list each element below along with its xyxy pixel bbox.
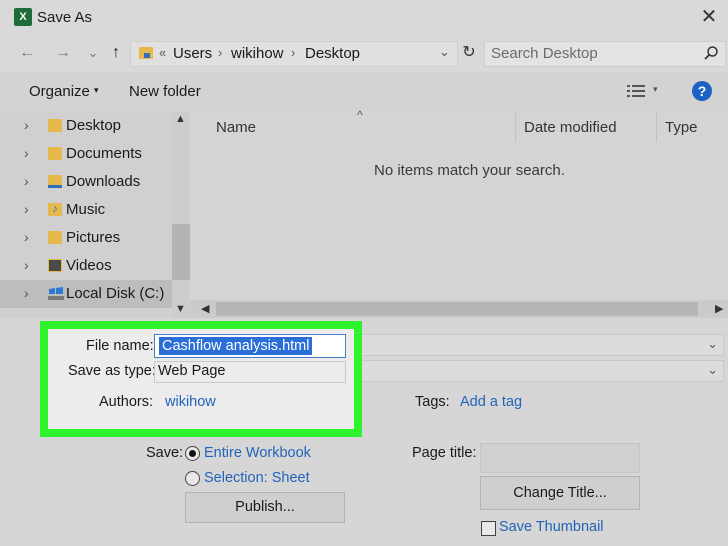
sidebar-item-label: Documents	[66, 145, 142, 162]
recent-locations-icon[interactable]: ⌄	[82, 42, 104, 64]
column-header-name[interactable]: Name	[216, 119, 256, 136]
view-options-icon[interactable]	[627, 84, 645, 98]
scroll-left-icon[interactable]: ◀	[201, 302, 209, 315]
up-arrow-icon[interactable]: ↑	[105, 42, 127, 64]
sidebar-scrollbar[interactable]	[172, 112, 190, 318]
sidebar-item-music[interactable]: › ♪ Music	[0, 196, 172, 224]
sidebar-item-label: Videos	[66, 257, 112, 274]
save-as-type-value: Web Page	[158, 363, 226, 379]
organize-label: Organize	[29, 83, 90, 100]
breadcrumb-wikihow[interactable]: wikihow	[231, 45, 284, 62]
authors-label: Authors:	[99, 394, 153, 410]
sidebar-item-downloads[interactable]: › Downloads	[0, 168, 172, 196]
overflow-icon[interactable]: «	[159, 45, 166, 60]
organize-button[interactable]: Organize ▾	[29, 83, 99, 100]
save-as-dialog: X Save As ✕ ← → ⌄ ↑ « Users › wikihow › …	[0, 0, 728, 546]
new-folder-button[interactable]: New folder	[129, 83, 201, 100]
sidebar-item-label: Downloads	[66, 173, 141, 190]
chevron-right-icon[interactable]: ›	[24, 173, 29, 189]
address-bar[interactable]: « Users › wikihow › Desktop ⌄	[130, 41, 458, 67]
column-divider[interactable]	[656, 112, 657, 142]
tags-label: Tags:	[415, 394, 450, 410]
sort-ascending-icon: ^	[357, 108, 363, 122]
view-dropdown-icon[interactable]: ▾	[653, 84, 658, 95]
sidebar-item-pictures[interactable]: › Pictures	[0, 224, 172, 252]
search-input[interactable]: Search Desktop	[484, 41, 726, 67]
save-thumbnail-checkbox[interactable]	[481, 521, 496, 536]
sidebar-item-label: Desktop	[66, 117, 122, 134]
documents-folder-icon	[48, 147, 62, 160]
entire-workbook-radio[interactable]	[185, 446, 200, 461]
chevron-right-icon[interactable]: ›	[24, 285, 29, 301]
sidebar-item-label: Local Disk (C:)	[66, 285, 165, 302]
folder-icon	[139, 47, 153, 59]
chevron-down-icon[interactable]: ⌄	[707, 362, 718, 378]
title-bar	[0, 0, 728, 36]
back-arrow-icon[interactable]: ←	[16, 42, 38, 64]
close-button[interactable]: ✕	[697, 5, 721, 29]
sidebar-scroll-thumb[interactable]	[172, 224, 190, 280]
chevron-right-icon[interactable]: ›	[24, 257, 29, 273]
page-title-label: Page title:	[412, 445, 477, 461]
desktop-folder-icon	[48, 119, 62, 132]
help-icon[interactable]: ?	[692, 81, 712, 101]
publish-button[interactable]: Publish...	[185, 492, 345, 523]
chevron-right-icon[interactable]: ›	[24, 117, 29, 133]
scroll-down-icon[interactable]: ▼	[175, 303, 186, 315]
horizontal-scroll-thumb[interactable]	[216, 302, 698, 316]
window-title: Save As	[37, 9, 93, 26]
page-title-field[interactable]	[480, 443, 640, 473]
selection-sheet-radio[interactable]	[185, 471, 200, 486]
file-name-dropdown[interactable]: ⌄	[344, 334, 724, 356]
dropdown-arrow-icon: ▾	[94, 85, 99, 95]
authors-link[interactable]: wikihow	[165, 394, 216, 410]
breadcrumb-users[interactable]: Users	[173, 45, 212, 62]
change-title-button[interactable]: Change Title...	[480, 476, 640, 510]
excel-icon: X	[14, 8, 32, 26]
scroll-up-icon[interactable]: ▲	[175, 113, 186, 125]
sidebar-item-local-disk[interactable]: › Local Disk (C:)	[0, 280, 172, 308]
search-placeholder: Search Desktop	[491, 45, 598, 62]
sidebar-item-videos[interactable]: › Videos	[0, 252, 172, 280]
column-header-type[interactable]: Type	[665, 119, 698, 136]
breadcrumb-separator-icon[interactable]: ›	[291, 45, 295, 60]
videos-folder-icon	[48, 259, 62, 272]
search-icon[interactable]	[703, 45, 719, 66]
refresh-icon[interactable]: ↻	[458, 42, 480, 64]
column-header-date-modified[interactable]: Date modified	[524, 119, 617, 136]
drive-icon	[48, 287, 64, 300]
file-name-value: Cashflow analysis.html	[159, 337, 313, 355]
downloads-folder-icon	[48, 175, 62, 188]
file-name-field[interactable]: Cashflow analysis.html	[154, 334, 346, 358]
save-as-type-label: Save as type:	[68, 363, 156, 379]
column-divider[interactable]	[515, 112, 516, 142]
sidebar-item-label: Music	[66, 201, 106, 218]
chevron-right-icon[interactable]: ›	[24, 145, 29, 161]
scroll-right-icon[interactable]: ▶	[715, 302, 723, 315]
chevron-right-icon[interactable]: ›	[24, 229, 29, 245]
selection-sheet-label[interactable]: Selection: Sheet	[204, 470, 310, 486]
sidebar-item-label: Pictures	[66, 229, 121, 246]
address-dropdown-icon[interactable]: ⌄	[439, 44, 450, 60]
chevron-down-icon[interactable]: ⌄	[707, 336, 718, 352]
file-name-label: File name:	[86, 338, 154, 354]
save-thumbnail-label[interactable]: Save Thumbnail	[499, 519, 604, 535]
save-type-dropdown[interactable]: ⌄	[344, 360, 724, 382]
entire-workbook-label[interactable]: Entire Workbook	[204, 445, 311, 461]
empty-folder-message: No items match your search.	[374, 162, 565, 179]
sidebar-item-documents[interactable]: › Documents	[0, 140, 172, 168]
sidebar-item-desktop[interactable]: › Desktop	[0, 112, 172, 140]
music-folder-icon: ♪	[48, 203, 62, 216]
add-tag-link[interactable]: Add a tag	[460, 394, 522, 410]
breadcrumb-desktop[interactable]: Desktop	[305, 45, 360, 62]
save-as-type-select[interactable]: Web Page	[154, 361, 346, 383]
chevron-right-icon[interactable]: ›	[24, 201, 29, 217]
forward-arrow-icon[interactable]: →	[52, 42, 74, 64]
breadcrumb-separator-icon[interactable]: ›	[218, 45, 222, 60]
toolbar	[0, 72, 728, 112]
file-list	[190, 112, 728, 318]
save-label: Save:	[146, 445, 184, 461]
pictures-folder-icon	[48, 231, 62, 244]
